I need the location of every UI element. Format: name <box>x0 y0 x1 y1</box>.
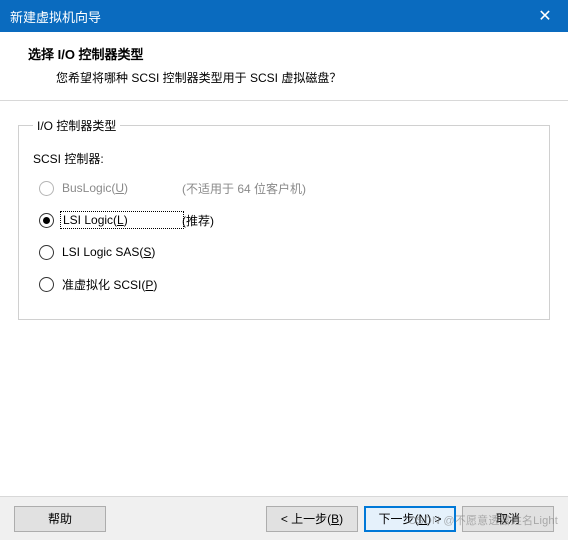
help-button[interactable]: 帮助 <box>14 506 106 532</box>
wizard-header: 选择 I/O 控制器类型 您希望将哪种 SCSI 控制器类型用于 SCSI 虚拟… <box>0 32 568 101</box>
option-label-buslogic: BusLogic(U) <box>62 181 182 195</box>
option-label-lsi-logic-sas: LSI Logic SAS(S) <box>62 245 182 259</box>
close-icon[interactable]: ✕ <box>522 0 568 32</box>
io-controller-group: I/O 控制器类型 SCSI 控制器: BusLogic(U) (不适用于 64… <box>18 117 550 320</box>
option-label-paravirtual-scsi: 准虚拟化 SCSI(P) <box>62 276 182 293</box>
option-note-buslogic: (不适用于 64 位客户机) <box>182 180 306 197</box>
scsi-controller-label: SCSI 控制器: <box>33 150 535 167</box>
cancel-button[interactable]: 取消 <box>462 506 554 532</box>
group-legend: I/O 控制器类型 <box>33 117 120 134</box>
option-note-lsi-logic: (推荐) <box>182 212 214 229</box>
page-subtitle: 您希望将哪种 SCSI 控制器类型用于 SCSI 虚拟磁盘？ <box>56 69 558 86</box>
wizard-footer: 帮助 < 上一步(B) 下一步(N) > 取消 <box>0 496 568 540</box>
titlebar: 新建虚拟机向导 ✕ <box>0 0 568 32</box>
next-button[interactable]: 下一步(N) > <box>364 506 456 532</box>
radio-buslogic <box>39 181 54 196</box>
content-area: I/O 控制器类型 SCSI 控制器: BusLogic(U) (不适用于 64… <box>0 101 568 320</box>
option-label-lsi-logic: LSI Logic(L) <box>62 213 182 227</box>
option-lsi-logic[interactable]: LSI Logic(L) (推荐) <box>33 209 535 231</box>
radio-lsi-logic-sas[interactable] <box>39 245 54 260</box>
back-button[interactable]: < 上一步(B) <box>266 506 358 532</box>
page-title: 选择 I/O 控制器类型 <box>28 44 558 63</box>
radio-lsi-logic[interactable] <box>39 213 54 228</box>
radio-paravirtual-scsi[interactable] <box>39 277 54 292</box>
option-buslogic: BusLogic(U) (不适用于 64 位客户机) <box>33 177 535 199</box>
window-title: 新建虚拟机向导 <box>10 7 522 26</box>
option-paravirtual-scsi[interactable]: 准虚拟化 SCSI(P) <box>33 273 535 295</box>
option-lsi-logic-sas[interactable]: LSI Logic SAS(S) <box>33 241 535 263</box>
